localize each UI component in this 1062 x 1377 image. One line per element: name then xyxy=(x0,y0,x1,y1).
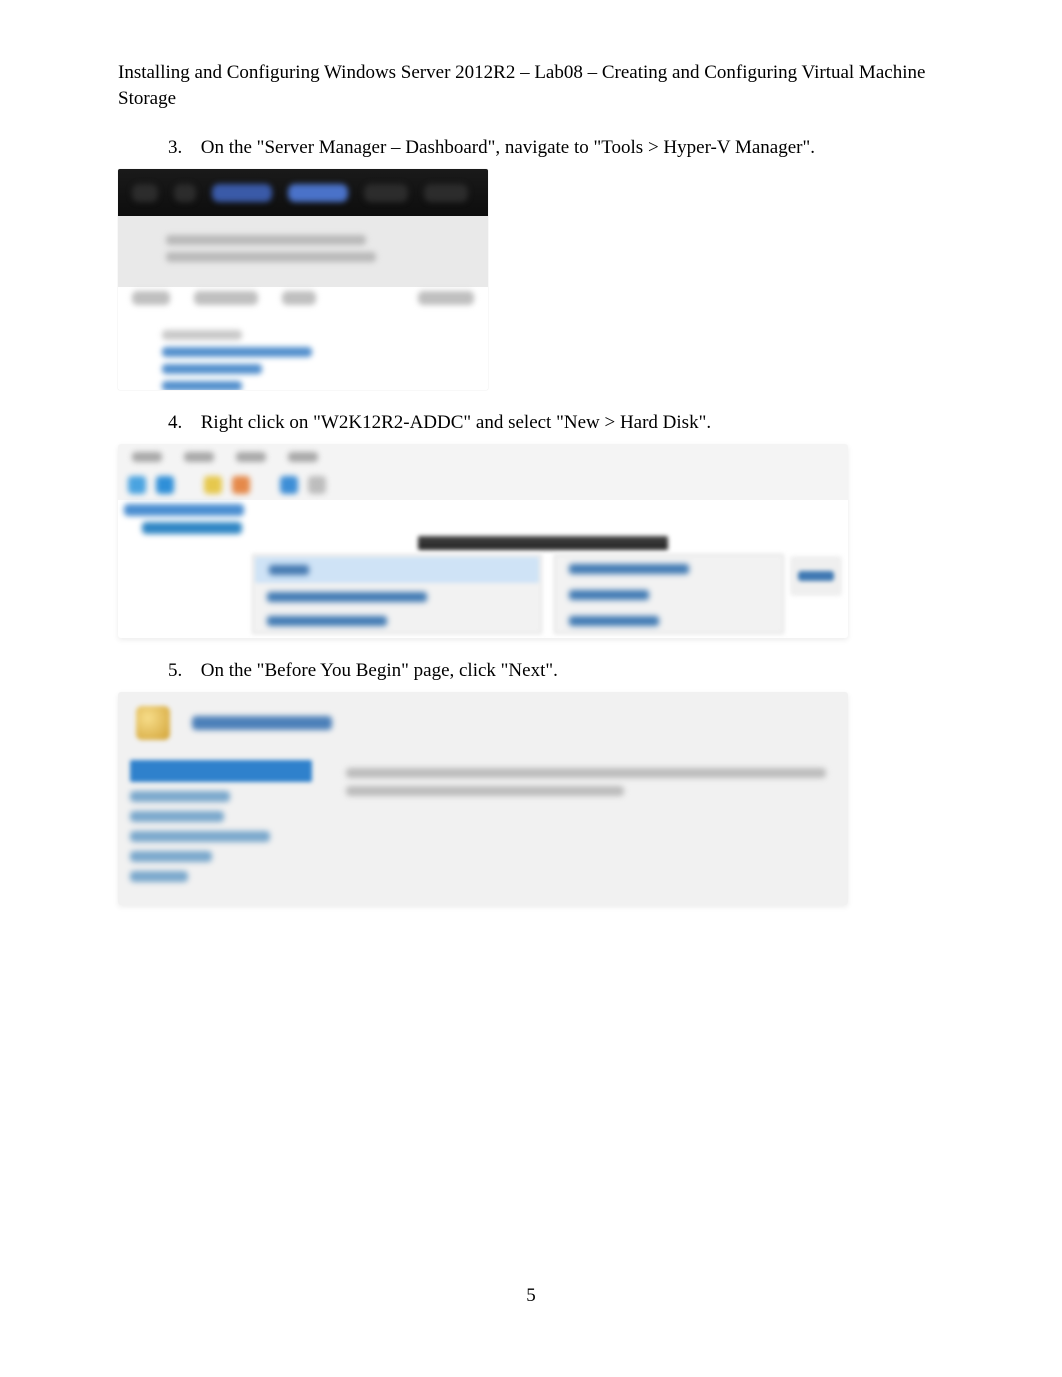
step-number: 5. xyxy=(168,660,196,682)
step-item: 5. On the "Before You Begin" page, click… xyxy=(168,660,944,905)
step-item: 3. On the "Server Manager – Dashboard", … xyxy=(168,137,944,390)
figure-wizard-before-you-begin xyxy=(118,692,944,905)
disk-icon xyxy=(136,706,170,740)
screenshot-placeholder xyxy=(118,444,848,638)
step-item: 4. Right click on "W2K12R2-ADDC" and sel… xyxy=(168,412,944,638)
figure-hyperv-manager xyxy=(118,444,944,638)
screenshot-placeholder xyxy=(118,692,848,905)
header-text: Installing and Configuring Windows Serve… xyxy=(118,62,925,109)
step-text: On the "Server Manager – Dashboard", nav… xyxy=(201,137,815,158)
step-number: 4. xyxy=(168,412,196,434)
step-text: On the "Before You Begin" page, click "N… xyxy=(201,660,558,681)
figure-server-manager xyxy=(118,169,944,390)
step-number: 3. xyxy=(168,137,196,159)
step-text: Right click on "W2K12R2-ADDC" and select… xyxy=(201,412,711,433)
document-header: Installing and Configuring Windows Serve… xyxy=(118,60,944,111)
step-list: 3. On the "Server Manager – Dashboard", … xyxy=(118,137,944,905)
page-number: 5 xyxy=(0,1285,1062,1307)
screenshot-placeholder xyxy=(118,169,488,390)
